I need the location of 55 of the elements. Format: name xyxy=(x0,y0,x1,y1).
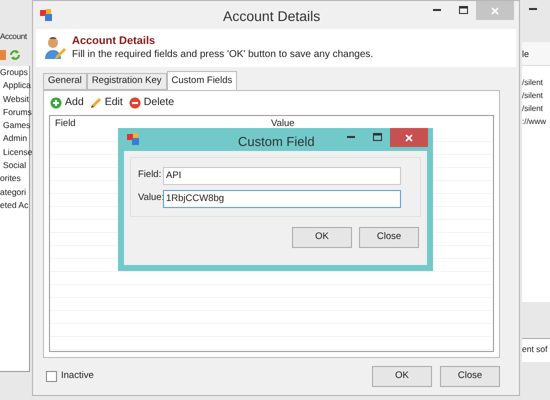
delete-button[interactable]: Delete xyxy=(128,95,174,111)
minimize-icon xyxy=(433,9,441,11)
tree-item[interactable]: Social xyxy=(0,159,29,172)
close-button[interactable]: Close xyxy=(440,366,500,387)
close-icon xyxy=(405,134,413,142)
checkbox-label: Inactive xyxy=(61,369,94,384)
window-title: Account Details xyxy=(223,7,320,26)
column-header[interactable]: Value xyxy=(271,118,295,129)
minimize-icon xyxy=(347,136,355,138)
field-label: Value: xyxy=(137,191,163,206)
tab[interactable]: General xyxy=(43,73,87,90)
tree-item[interactable]: eted Ac xyxy=(0,198,29,212)
checkbox[interactable] xyxy=(46,371,57,382)
table-cell-text: ://www xyxy=(522,116,547,128)
tree-item[interactable]: Websit xyxy=(0,92,29,106)
tree-item[interactable]: Admin xyxy=(0,132,29,146)
header-description: Fill in the required fields and press 'OK' button to save any changes. xyxy=(72,48,374,62)
maximize-icon xyxy=(458,6,468,14)
minus-icon xyxy=(128,97,141,109)
tree-item[interactable]: Forums xyxy=(0,106,29,120)
app-icon xyxy=(126,132,140,146)
plus-icon xyxy=(50,97,62,109)
user-edit-icon xyxy=(44,36,66,60)
close-button[interactable] xyxy=(390,128,428,147)
column-header: le xyxy=(522,42,550,66)
field-label: Field: xyxy=(137,168,162,182)
box-icon xyxy=(0,49,6,61)
window-title: Account xyxy=(0,31,28,43)
tab[interactable]: Registration Key xyxy=(86,73,167,90)
dialog-title: Custom Field xyxy=(238,133,315,151)
table-cell-text: /silent xyxy=(522,90,544,102)
pencil-icon xyxy=(90,97,102,109)
tree-item[interactable]: orites xyxy=(0,172,29,186)
close-icon xyxy=(491,6,499,14)
column-header[interactable]: Field xyxy=(55,118,76,129)
refresh-icon xyxy=(9,49,21,61)
input-field[interactable]: 1RbjCCW8bg xyxy=(163,190,401,208)
ok-button[interactable]: OK xyxy=(292,227,352,248)
input-field[interactable]: API xyxy=(163,166,401,184)
tree-item[interactable]: Games xyxy=(0,119,29,132)
edit-button[interactable]: Edit xyxy=(90,95,123,111)
tree-item[interactable]: ategori xyxy=(0,186,29,199)
tab[interactable]: Custom Fields xyxy=(166,71,238,90)
table-cell-text: /silent xyxy=(522,103,544,115)
table-cell-text: /silent xyxy=(522,77,544,89)
tree-item[interactable]: Groups xyxy=(0,66,29,80)
header-title: Account Details xyxy=(72,34,156,48)
maximize-icon xyxy=(372,133,382,141)
tree-item[interactable]: Applica xyxy=(0,79,29,93)
app-icon xyxy=(39,8,53,22)
close-button[interactable]: Close xyxy=(359,227,419,248)
minimize-icon xyxy=(529,8,537,10)
detail-text: ent sof xyxy=(522,338,550,362)
add-button[interactable]: Add xyxy=(50,95,84,111)
ok-button[interactable]: OK xyxy=(372,366,432,387)
